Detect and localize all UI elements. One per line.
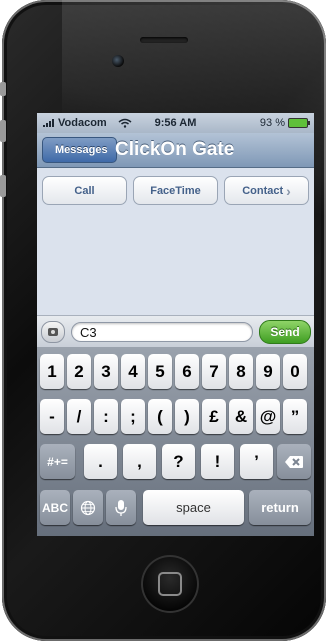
key-colon[interactable]: :: [94, 399, 118, 434]
key-pound[interactable]: £: [202, 399, 226, 434]
key-close-paren[interactable]: ): [175, 399, 199, 434]
key-apostrophe[interactable]: ’: [240, 444, 273, 479]
keyboard-row-4: ABC space return: [37, 490, 314, 528]
chevron-right-icon: ›: [286, 182, 291, 199]
contact-actions: Call FaceTime Contact ›: [37, 168, 314, 213]
home-square-icon: [158, 572, 182, 596]
key-comma[interactable]: ,: [123, 444, 156, 479]
key-5[interactable]: 5: [148, 354, 172, 389]
back-button[interactable]: Messages: [42, 137, 117, 163]
key-dash[interactable]: -: [40, 399, 64, 434]
key-question[interactable]: ?: [162, 444, 195, 479]
mute-switch[interactable]: [0, 82, 6, 96]
navigation-bar: Messages ClickOn Gate: [37, 133, 314, 168]
message-thread: [37, 210, 314, 322]
key-quote[interactable]: ”: [283, 399, 307, 434]
volume-up-button[interactable]: [0, 120, 6, 142]
signal-icon: [43, 119, 54, 127]
key-slash[interactable]: /: [67, 399, 91, 434]
dictation-key[interactable]: [106, 490, 136, 525]
camera-icon[interactable]: [41, 320, 65, 343]
status-bar: Vodacom 9:56 AM 93 %: [37, 113, 314, 133]
delete-icon: [285, 455, 303, 468]
key-0[interactable]: 0: [283, 354, 307, 389]
battery-icon: [288, 118, 310, 128]
delete-button[interactable]: [277, 444, 311, 479]
mic-icon: [115, 499, 127, 516]
return-key[interactable]: return: [249, 490, 311, 525]
key-at[interactable]: @: [256, 399, 280, 434]
keyboard: 1 2 3 4 5 6 7 8 9 0 - / : ; ( ) £ & @ ” …: [37, 347, 314, 536]
earpiece-speaker: [140, 37, 188, 43]
front-camera: [112, 55, 124, 67]
keyboard-row-2: - / : ; ( ) £ & @ ”: [37, 399, 314, 437]
contact-button[interactable]: Contact ›: [224, 176, 309, 205]
facetime-button[interactable]: FaceTime: [133, 176, 218, 205]
call-button[interactable]: Call: [42, 176, 127, 205]
battery-percent: 93 %: [259, 117, 285, 129]
key-2[interactable]: 2: [67, 354, 91, 389]
page-title: ClickOn Gate: [115, 139, 235, 160]
keyboard-row-3: #+= . , ? ! ’: [37, 444, 314, 482]
key-8[interactable]: 8: [229, 354, 253, 389]
keyboard-row-1: 1 2 3 4 5 6 7 8 9 0: [37, 354, 314, 392]
abc-key[interactable]: ABC: [40, 490, 70, 525]
key-6[interactable]: 6: [175, 354, 199, 389]
key-4[interactable]: 4: [121, 354, 145, 389]
key-open-paren[interactable]: (: [148, 399, 172, 434]
key-3[interactable]: 3: [94, 354, 118, 389]
globe-key[interactable]: [73, 490, 103, 525]
key-period[interactable]: .: [84, 444, 117, 479]
key-9[interactable]: 9: [256, 354, 280, 389]
key-7[interactable]: 7: [202, 354, 226, 389]
key-1[interactable]: 1: [40, 354, 64, 389]
home-button[interactable]: [141, 555, 199, 613]
phone-screen: Vodacom 9:56 AM 93 % Messages ClickOn Ga…: [37, 113, 314, 536]
space-key[interactable]: space: [143, 490, 244, 525]
wifi-icon: [118, 118, 132, 128]
globe-icon: [80, 500, 96, 515]
key-ampersand[interactable]: &: [229, 399, 253, 434]
message-input[interactable]: C3: [71, 321, 253, 342]
compose-bar: C3 Send: [37, 315, 314, 347]
carrier-name: Vodacom: [58, 117, 107, 129]
key-semicolon[interactable]: ;: [121, 399, 145, 434]
send-button[interactable]: Send: [259, 319, 311, 344]
volume-down-button[interactable]: [0, 175, 6, 197]
key-exclamation[interactable]: !: [201, 444, 234, 479]
symbols-shift-key[interactable]: #+=: [40, 444, 75, 479]
